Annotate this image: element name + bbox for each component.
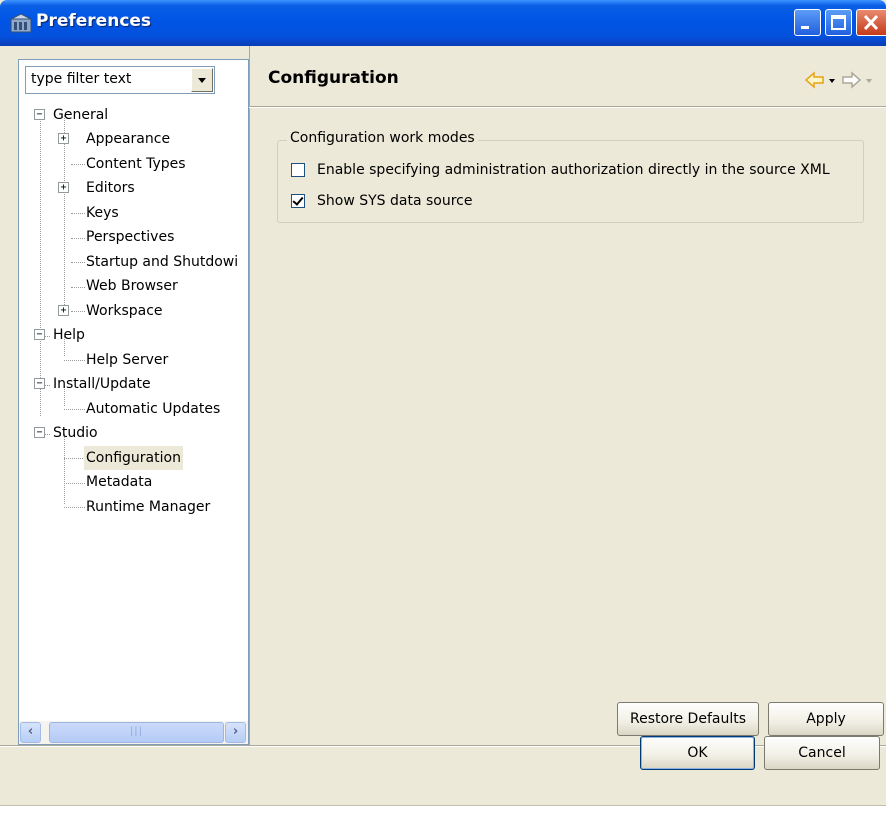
- tree-guide: [64, 115, 65, 311]
- ok-button[interactable]: OK: [640, 736, 755, 770]
- back-dropdown-icon[interactable]: [829, 79, 835, 83]
- checkbox-label: Enable specifying administration authori…: [317, 162, 830, 178]
- chevron-right-icon: ›: [232, 724, 239, 739]
- collapse-icon[interactable]: −: [34, 329, 45, 340]
- chevron-left-icon: ‹: [27, 724, 34, 739]
- page-title: Configuration: [268, 68, 399, 88]
- cancel-button[interactable]: Cancel: [764, 736, 880, 770]
- filter-input[interactable]: type filter text: [31, 71, 131, 87]
- forward-dropdown-icon[interactable]: [866, 79, 872, 83]
- collapse-icon[interactable]: −: [34, 109, 45, 120]
- preferences-tree: − General + Appearance Content Types + E…: [19, 103, 248, 721]
- minimize-icon: [801, 26, 809, 29]
- expand-icon[interactable]: +: [58, 305, 69, 316]
- forward-arrow-icon[interactable]: [842, 71, 862, 89]
- close-icon: [863, 14, 879, 31]
- tree-horizontal-scrollbar[interactable]: ‹ ||| ›: [19, 721, 248, 744]
- maximize-icon: [831, 15, 846, 30]
- preferences-icon: [10, 13, 32, 33]
- maximize-button[interactable]: [825, 9, 852, 36]
- preferences-tree-panel: type filter text − General + Appearance …: [18, 59, 249, 745]
- group-title: Configuration work modes: [287, 130, 478, 146]
- window-bottom-edge: [0, 805, 886, 818]
- collapse-icon[interactable]: −: [34, 427, 45, 438]
- scroll-thumb[interactable]: |||: [49, 722, 224, 743]
- apply-button[interactable]: Apply: [768, 702, 884, 736]
- filter-dropdown-button[interactable]: [191, 68, 213, 92]
- grip-icon: |||: [129, 726, 144, 737]
- expand-icon[interactable]: +: [58, 133, 69, 144]
- panel-divider: [249, 46, 250, 745]
- minimize-button[interactable]: [794, 9, 821, 36]
- scroll-left-button[interactable]: ‹: [20, 722, 41, 743]
- expand-icon[interactable]: +: [58, 182, 69, 193]
- scroll-right-button[interactable]: ›: [225, 722, 246, 743]
- title-bar[interactable]: Preferences: [0, 0, 886, 46]
- enable-admin-authorization-checkbox[interactable]: [291, 163, 305, 177]
- preferences-window: Preferences type filter text − General +…: [0, 0, 886, 805]
- navigation-arrows: [804, 71, 872, 89]
- checkbox-label: Show SYS data source: [317, 193, 473, 209]
- back-arrow-icon[interactable]: [804, 71, 824, 89]
- filter-combo[interactable]: type filter text: [25, 66, 215, 94]
- window-title: Preferences: [36, 11, 152, 31]
- collapse-icon[interactable]: −: [34, 378, 45, 389]
- tree-guide: [40, 115, 41, 416]
- show-sys-data-source-checkbox[interactable]: [291, 194, 305, 208]
- close-button[interactable]: [856, 9, 886, 36]
- configuration-work-modes-group: Configuration work modes Enable specifyi…: [277, 130, 864, 223]
- restore-defaults-button[interactable]: Restore Defaults: [617, 702, 759, 736]
